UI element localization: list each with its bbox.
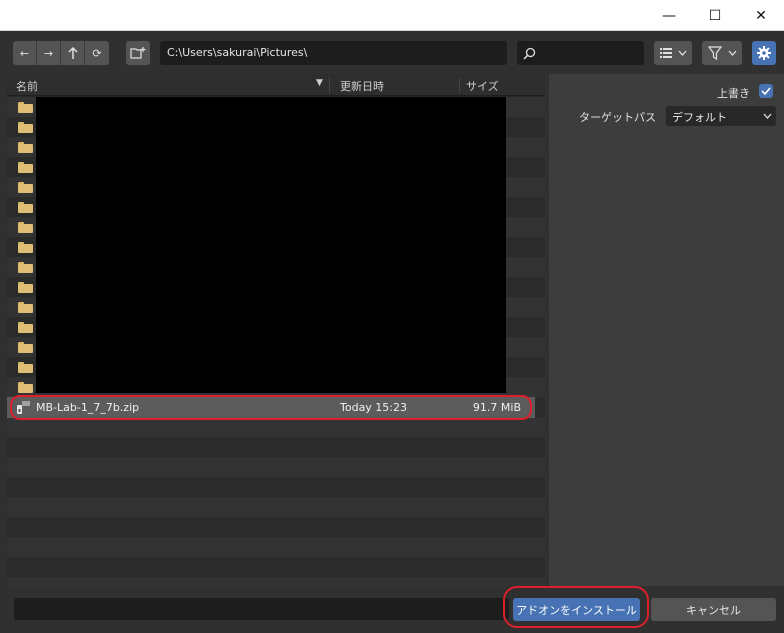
close-button[interactable]: ✕: [738, 0, 784, 31]
sort-descending-icon[interactable]: ▼: [316, 78, 323, 88]
minimize-button[interactable]: —: [646, 0, 692, 31]
chevron-down-icon: [728, 50, 736, 56]
empty-row: [7, 497, 545, 517]
empty-row: [7, 577, 545, 586]
folder-icon: [18, 142, 33, 153]
folder-icon: [18, 382, 33, 393]
new-folder-icon: [130, 47, 146, 59]
maximize-button[interactable]: ☐: [692, 0, 738, 31]
search-input[interactable]: [517, 41, 644, 65]
file-modified-date: Today 15:23: [340, 401, 408, 414]
chevron-down-icon: [763, 113, 772, 119]
target-path-label: ターゲットパス: [579, 111, 656, 124]
forward-button[interactable]: →: [37, 41, 61, 65]
back-button[interactable]: ←: [13, 41, 37, 65]
folder-icon: [18, 322, 33, 333]
target-path-value: デフォルト: [672, 111, 727, 124]
zip-file-icon: [17, 401, 30, 414]
chevron-down-icon: [678, 50, 686, 56]
arrow-right-icon: →: [43, 46, 54, 60]
folder-icon: [18, 302, 33, 313]
cancel-button[interactable]: キャンセル: [651, 598, 776, 621]
file-preview-area: [36, 97, 506, 393]
arrow-left-icon: ←: [19, 46, 30, 60]
folder-icon: [18, 362, 33, 373]
folder-icon: [18, 222, 33, 233]
install-addon-button[interactable]: アドオンをインストール: [513, 598, 640, 621]
folder-icon: [18, 102, 33, 113]
file-list-panel: 名前 ▼ 更新日時 サイズ MB-Lab-1_7_7b.zip Today 15…: [7, 74, 545, 586]
folder-icon: [18, 262, 33, 273]
refresh-icon: ⟳: [92, 46, 102, 60]
folder-icon: [18, 162, 33, 173]
empty-row: [7, 517, 545, 537]
folder-icon: [18, 202, 33, 213]
file-size: 91.7 MiB: [472, 401, 521, 414]
directory-path-input[interactable]: C:\Users\sakurai\Pictures\: [160, 41, 507, 65]
folder-icon: [18, 342, 33, 353]
empty-row: [7, 477, 545, 497]
refresh-button[interactable]: ⟳: [85, 41, 109, 65]
filename-input[interactable]: [14, 598, 509, 620]
column-header: 名前 ▼ 更新日時 サイズ: [7, 74, 545, 96]
filter-icon: [707, 46, 722, 60]
checkmark-icon: [761, 87, 771, 95]
file-browser-toolbar: ← → ⟳ C:\Users\sakurai\Pictures\: [0, 31, 784, 73]
selected-file-row[interactable]: MB-Lab-1_7_7b.zip Today 15:23 91.7 MiB: [7, 397, 535, 418]
parent-directory-button[interactable]: [61, 41, 85, 65]
empty-row: [7, 537, 545, 557]
empty-row: [7, 417, 545, 437]
minimize-icon: —: [662, 7, 676, 24]
folder-icon: [18, 282, 33, 293]
settings-toggle-button[interactable]: [752, 41, 776, 65]
display-mode-button[interactable]: [654, 41, 692, 65]
overwrite-checkbox[interactable]: [759, 84, 773, 98]
close-icon: ✕: [755, 7, 767, 24]
maximize-icon: ☐: [708, 7, 722, 24]
target-path-select[interactable]: デフォルト: [666, 106, 776, 126]
column-divider[interactable]: [459, 77, 460, 93]
arrow-up-icon: [67, 46, 78, 59]
column-modified-date[interactable]: 更新日時: [340, 78, 384, 94]
folder-icon: [18, 182, 33, 193]
column-name[interactable]: 名前: [16, 78, 38, 94]
operator-settings-panel: 上書き ターゲットパス デフォルト: [549, 74, 784, 586]
column-size[interactable]: サイズ: [466, 78, 499, 94]
overwrite-label: 上書き: [717, 87, 750, 100]
folder-icon: [18, 242, 33, 253]
list-view-icon: [659, 48, 672, 58]
navigation-group: ← → ⟳: [13, 41, 109, 65]
bottom-action-bar: アドオンをインストール キャンセル: [0, 588, 784, 633]
empty-row: [7, 557, 545, 577]
gear-icon: [757, 46, 771, 60]
column-divider[interactable]: [329, 77, 330, 93]
empty-row: [7, 437, 545, 457]
filter-button[interactable]: [702, 41, 742, 65]
new-folder-button[interactable]: [126, 41, 150, 65]
search-icon: [523, 47, 536, 60]
title-bar: — ☐ ✕: [0, 0, 784, 31]
folder-icon: [18, 122, 33, 133]
file-name: MB-Lab-1_7_7b.zip: [36, 401, 140, 414]
empty-row: [7, 457, 545, 477]
